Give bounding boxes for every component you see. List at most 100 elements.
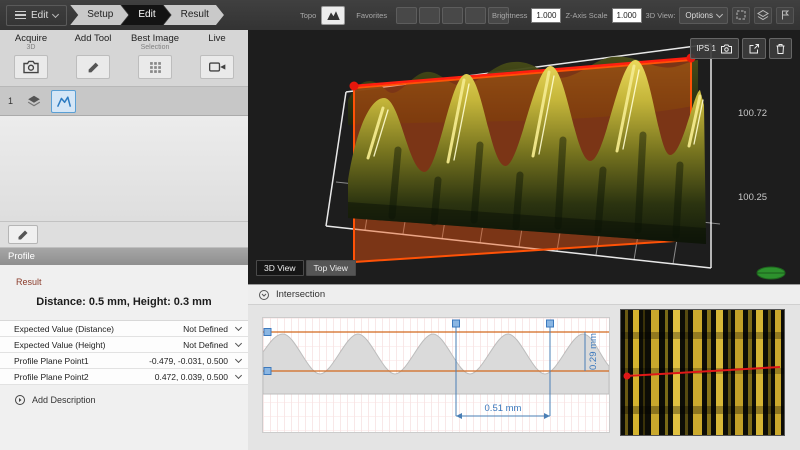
3d-view-button[interactable]: 3D View xyxy=(256,260,304,276)
layers-icon xyxy=(757,9,769,21)
pin-panel-button[interactable] xyxy=(776,7,794,24)
camera-icon xyxy=(720,44,733,54)
favorites-label: Favorites xyxy=(356,11,387,20)
profile-endpoint-left[interactable] xyxy=(350,82,359,91)
result-label: Result xyxy=(16,277,248,287)
brightness-label: Brightness xyxy=(492,11,527,20)
best-image-button[interactable] xyxy=(138,55,172,79)
best-image-group: Best Image Selection xyxy=(124,33,186,86)
chevron-down-icon[interactable] xyxy=(235,324,242,331)
profile-mountain-icon xyxy=(56,94,72,108)
export-view-button[interactable] xyxy=(742,38,766,59)
profile-chart-svg: 0.51 mm 0.29 mm xyxy=(263,318,609,432)
topo-view-button[interactable] xyxy=(321,6,345,25)
handle-upper-level[interactable] xyxy=(264,329,271,336)
topo-label: Topo xyxy=(300,11,316,20)
maximize-icon xyxy=(735,9,747,21)
video-camera-icon xyxy=(209,61,226,73)
intersection-chart[interactable]: 0.51 mm 0.29 mm xyxy=(262,317,610,433)
view-mode-buttons: 3D View Top View xyxy=(256,260,356,276)
intersection-panel: Intersection xyxy=(248,284,800,450)
left-panel: Acquire 3D Add Tool Best Image Selection xyxy=(0,30,248,450)
chevron-down-icon[interactable] xyxy=(235,372,242,379)
z-axis-value-bottom: 100.25 xyxy=(738,192,767,203)
edit-menu-button[interactable]: Edit xyxy=(6,5,67,26)
result-value: Distance: 0.5 mm, Height: 0.3 mm xyxy=(0,296,248,308)
thumbnail-strip: 1 xyxy=(0,86,248,116)
z-axis-scale-label: Z-Axis Scale xyxy=(565,11,607,20)
height-dimension-label: 0.29 mm xyxy=(588,333,599,370)
delete-view-button[interactable] xyxy=(769,38,792,59)
table-row-plane-point2[interactable]: Profile Plane Point2 0.472, 0.039, 0.500 xyxy=(0,369,248,385)
thumbnail-layers-button[interactable] xyxy=(21,90,46,113)
camera-icon xyxy=(22,60,40,74)
trash-icon xyxy=(775,43,786,55)
3d-view-options-button[interactable]: Options xyxy=(679,7,728,24)
top-view-button[interactable]: Top View xyxy=(306,260,356,276)
thumbnail-profile-button[interactable] xyxy=(51,90,76,113)
edit-row xyxy=(0,222,248,248)
handle-top-left[interactable] xyxy=(453,320,460,327)
acquire-group: Acquire 3D xyxy=(0,33,62,86)
orientation-widget[interactable] xyxy=(754,264,788,282)
add-description-button[interactable]: Add Description xyxy=(0,390,248,410)
3d-scene xyxy=(248,30,800,284)
profile-table: Expected Value (Distance) Not Defined Ex… xyxy=(0,320,248,385)
tab-setup[interactable]: Setup xyxy=(70,5,128,25)
circle-arrow-icon xyxy=(14,394,26,406)
export-icon xyxy=(748,43,760,55)
profile-endpoint-preview xyxy=(624,373,631,380)
edit-menu-label: Edit xyxy=(31,10,48,21)
thumbnail-index: 1 xyxy=(8,96,16,106)
acquire-button[interactable] xyxy=(14,55,48,79)
favorite-slot-button[interactable] xyxy=(396,7,417,24)
hamburger-icon xyxy=(15,11,26,20)
pencil-icon xyxy=(17,229,29,241)
edit-profile-button[interactable] xyxy=(8,225,38,244)
chevron-down-icon[interactable] xyxy=(235,340,242,347)
layers-button[interactable] xyxy=(754,7,772,24)
chevron-down-icon[interactable] xyxy=(235,356,242,363)
add-tool-button[interactable] xyxy=(76,55,110,79)
pin-icon xyxy=(779,9,791,21)
live-button[interactable] xyxy=(200,55,234,79)
z-axis-scale-input[interactable] xyxy=(612,8,642,23)
3d-viewport[interactable]: IPS 1 100.72 100.25 3D View Top View xyxy=(248,30,800,284)
chevron-down-icon xyxy=(52,10,59,17)
mountain-icon xyxy=(326,9,341,21)
handle-lower-level[interactable] xyxy=(264,368,271,375)
intersection-header[interactable]: Intersection xyxy=(248,285,800,305)
add-tool-group: Add Tool xyxy=(62,33,124,86)
layers-icon xyxy=(27,94,41,108)
table-row-expected-distance[interactable]: Expected Value (Distance) Not Defined xyxy=(0,321,248,337)
table-row-expected-height[interactable]: Expected Value (Height) Not Defined xyxy=(0,337,248,353)
brightness-input[interactable] xyxy=(531,8,561,23)
topo-favorites-group: Topo Favorites xyxy=(300,6,509,25)
pencil-icon xyxy=(87,61,100,74)
acquire-toolbar: Acquire 3D Add Tool Best Image Selection xyxy=(0,30,248,86)
maximize-button[interactable] xyxy=(732,7,750,24)
favorite-slot-button[interactable] xyxy=(465,7,486,24)
mode-tabs: Setup Edit Result xyxy=(77,5,224,25)
handle-top-right[interactable] xyxy=(547,320,554,327)
ips-capture-button[interactable]: IPS 1 xyxy=(690,38,739,59)
favorite-slot-button[interactable] xyxy=(442,7,463,24)
grid-icon xyxy=(149,61,162,74)
tab-result[interactable]: Result xyxy=(164,5,224,25)
camera-preview[interactable] xyxy=(620,309,785,436)
live-group: Live xyxy=(186,33,248,86)
table-row-plane-point1[interactable]: Profile Plane Point1 -0.479, -0.031, 0.5… xyxy=(0,353,248,369)
app-window: Edit Setup Edit Result Topo Favorites Br… xyxy=(0,0,800,450)
profile-section-header[interactable]: Profile xyxy=(0,248,248,265)
z-axis-value-top: 100.72 xyxy=(738,108,767,119)
distance-dimension-label: 0.51 mm xyxy=(485,403,522,414)
tab-edit[interactable]: Edit xyxy=(121,5,170,25)
top-toolbar: Edit Setup Edit Result Topo Favorites Br… xyxy=(0,0,800,30)
collapse-circle-icon xyxy=(258,289,270,301)
image-gallery-area[interactable] xyxy=(0,116,248,222)
profile-panel: Result Distance: 0.5 mm, Height: 0.3 mm … xyxy=(0,265,248,450)
favorite-slot-button[interactable] xyxy=(419,7,440,24)
viewport-toolbar: IPS 1 xyxy=(690,38,792,59)
view-settings-group: Brightness Z-Axis Scale 3D View: Options xyxy=(492,7,794,24)
chevron-down-icon xyxy=(716,10,723,17)
